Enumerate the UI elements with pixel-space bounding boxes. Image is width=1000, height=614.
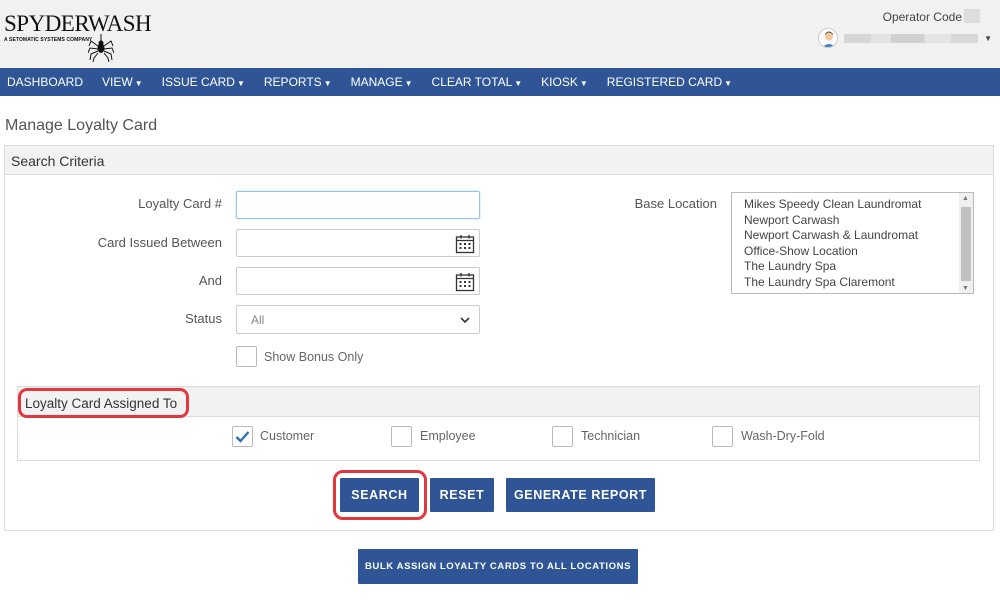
and-label: And: [198, 273, 222, 288]
app-header: SPYDERWASH A SETOMATIC SYSTEMS COMPANY O…: [0, 0, 1000, 68]
dropdown-caret-icon: ▼: [236, 79, 245, 88]
location-option[interactable]: Office-Show Location: [732, 244, 921, 260]
page-title: Manage Loyalty Card: [5, 117, 158, 134]
employee-label: Employee: [420, 429, 476, 443]
chevron-down-icon: ▼: [984, 33, 992, 43]
location-option[interactable]: Newport Carwash & Laundromat: [732, 228, 921, 244]
search-criteria-header: Search Criteria: [5, 146, 993, 175]
search-button[interactable]: SEARCH: [340, 478, 419, 512]
technician-label: Technician: [581, 429, 641, 443]
nav-item-reports[interactable]: REPORTS ▼: [264, 75, 332, 89]
spider-icon: [88, 34, 114, 62]
scroll-down-icon[interactable]: ▼: [962, 285, 969, 292]
logo-text: SPYDERWASH: [4, 11, 152, 36]
base-location-listbox[interactable]: Mikes Speedy Clean Laundromat Newport Ca…: [731, 192, 974, 294]
dropdown-caret-icon: ▼: [404, 79, 413, 88]
show-bonus-label: Show Bonus Only: [264, 350, 364, 364]
generate-report-button[interactable]: GENERATE REPORT: [506, 478, 655, 512]
dropdown-caret-icon: ▼: [579, 79, 588, 88]
nav-item-issue-card[interactable]: ISSUE CARD ▼: [162, 75, 245, 89]
location-option[interactable]: The Laundry Spa: [732, 259, 921, 275]
nav-item-kiosk[interactable]: KIOSK ▼: [541, 75, 588, 89]
logo-subtitle: A SETOMATIC SYSTEMS COMPANY: [4, 37, 93, 43]
nav-item-clear-total[interactable]: CLEAR TOTAL ▼: [432, 75, 523, 89]
nav-item-registered-card[interactable]: REGISTERED CARD ▼: [607, 75, 732, 89]
customer-label: Customer: [260, 429, 315, 443]
status-selected-value: All: [251, 313, 265, 327]
main-nav: DASHBOARD VIEW ▼ ISSUE CARD ▼ REPORTS ▼ MAN…: [0, 68, 1000, 96]
status-select[interactable]: All: [236, 305, 480, 334]
operator-code-value: [964, 9, 980, 23]
dropdown-caret-icon: ▼: [724, 79, 733, 88]
scroll-up-icon[interactable]: ▲: [962, 195, 969, 202]
and-date-input[interactable]: [236, 267, 480, 295]
status-label: Status: [185, 311, 222, 326]
location-option[interactable]: Newport Carwash: [732, 213, 921, 229]
reset-button[interactable]: RESET: [430, 478, 494, 512]
issued-between-date-input[interactable]: [236, 229, 480, 257]
user-avatar-icon: [818, 28, 839, 48]
nav-item-dashboard[interactable]: DASHBOARD: [7, 75, 83, 89]
calendar-icon[interactable]: [455, 234, 475, 254]
location-option[interactable]: The Laundry Spa Claremont: [732, 275, 921, 291]
assigned-to-title: Loyalty Card Assigned To: [18, 388, 189, 418]
issued-between-label: Card Issued Between: [97, 235, 222, 250]
listbox-scrollbar[interactable]: ▲ ▼: [959, 193, 973, 293]
chevron-down-icon: [460, 317, 470, 324]
bulk-assign-button[interactable]: BULK ASSIGN LOYALTY CARDS TO ALL LOCATIO…: [358, 549, 638, 584]
show-bonus-checkbox[interactable]: [236, 346, 257, 367]
user-name-redacted: [844, 33, 979, 43]
employee-checkbox[interactable]: [391, 426, 412, 447]
checkmark-icon: [235, 431, 250, 443]
customer-checkbox[interactable]: [232, 426, 253, 447]
dropdown-caret-icon: ▼: [514, 79, 523, 88]
calendar-icon[interactable]: [455, 272, 475, 292]
location-option[interactable]: Mikes Speedy Clean Laundromat: [732, 197, 921, 213]
wash-dry-fold-checkbox[interactable]: [712, 426, 733, 447]
wash-dry-fold-label: Wash-Dry-Fold: [741, 429, 825, 443]
base-location-label: Base Location: [634, 196, 717, 211]
operator-code-label: Operator Code: [882, 10, 962, 24]
assigned-to-panel: Loyalty Card Assigned To: [17, 386, 980, 461]
scrollbar-thumb[interactable]: [961, 207, 971, 281]
user-menu[interactable]: ▼: [818, 28, 992, 48]
loyalty-card-input[interactable]: [236, 191, 480, 219]
spyderwash-logo[interactable]: SPYDERWASH A SETOMATIC SYSTEMS COMPANY: [4, 10, 152, 66]
dropdown-caret-icon: ▼: [323, 79, 332, 88]
loyalty-card-label: Loyalty Card #: [138, 196, 222, 211]
technician-checkbox[interactable]: [552, 426, 573, 447]
nav-item-view[interactable]: VIEW ▼: [102, 75, 143, 89]
nav-item-manage[interactable]: MANAGE ▼: [351, 75, 413, 89]
dropdown-caret-icon: ▼: [134, 79, 143, 88]
